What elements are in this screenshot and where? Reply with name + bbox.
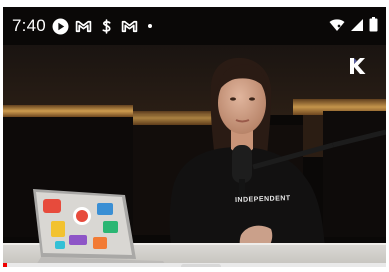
video-player[interactable]: INDEPENDENT 7:40 xyxy=(3,7,386,267)
video-frame xyxy=(3,7,386,267)
clock: 7:40 xyxy=(12,16,46,35)
gmail-icon xyxy=(75,18,92,35)
gmail-icon xyxy=(121,18,138,35)
system-icons xyxy=(329,17,378,32)
more-notifications-dot xyxy=(147,24,152,28)
playback-progress-bar[interactable] xyxy=(3,263,7,267)
play-icon xyxy=(52,18,69,35)
battery-icon xyxy=(369,17,378,32)
dollar-icon xyxy=(98,18,115,35)
drag-handle[interactable] xyxy=(181,264,221,267)
status-bar: 7:40 xyxy=(3,7,386,45)
channel-logo: K xyxy=(348,57,366,80)
signal-icon xyxy=(350,18,364,32)
notification-icons xyxy=(52,18,152,35)
wifi-icon xyxy=(329,18,345,32)
